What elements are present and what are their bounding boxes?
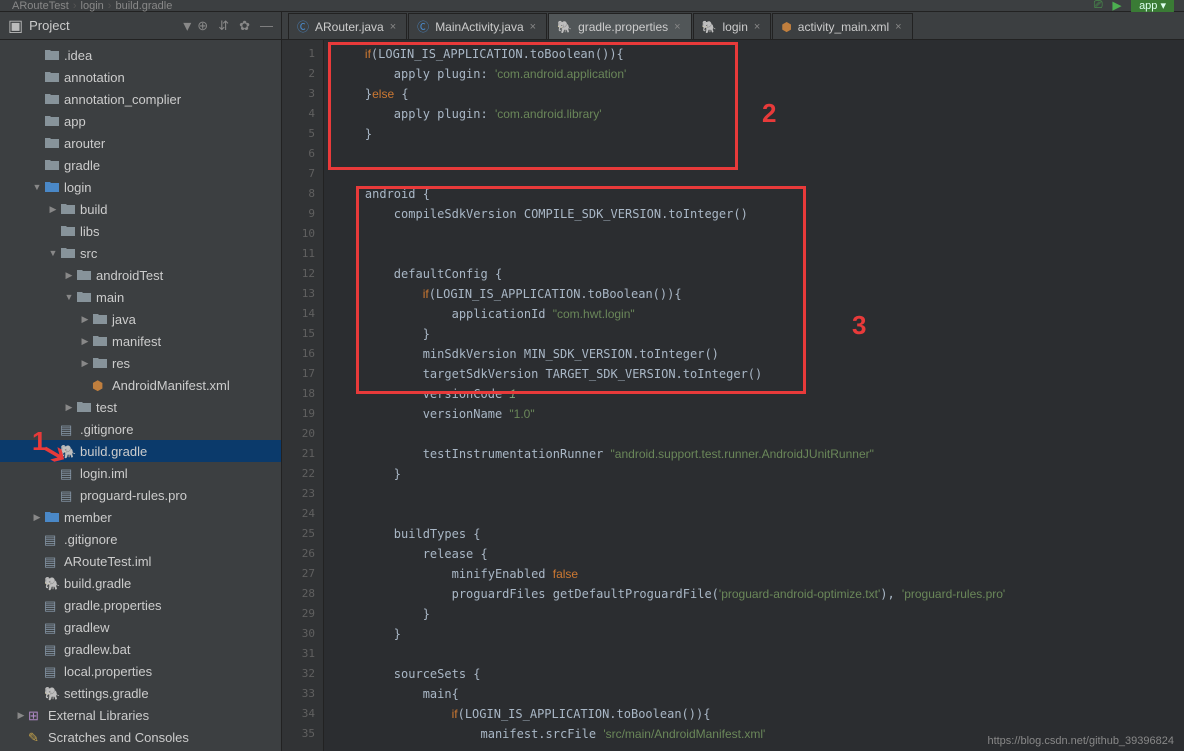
close-icon[interactable]: × [530,21,536,33]
editor-tab[interactable]: 🐘login× [693,13,772,39]
tree-item[interactable]: ▶androidTest [0,264,281,286]
editor-tab[interactable]: ⒸARouter.java× [288,13,407,39]
hide-icon[interactable]: — [260,18,273,34]
project-panel-header: ▣ Project ▾ ⊕ ⇵ ✿ — [0,12,281,40]
tree-item[interactable]: annotation [0,66,281,88]
tree-item[interactable]: ▶manifest [0,330,281,352]
tree-item[interactable]: ▶java [0,308,281,330]
tree-item[interactable]: ✎Scratches and Consoles [0,726,281,748]
tree-item[interactable]: gradle [0,154,281,176]
tree-item[interactable]: ▼login [0,176,281,198]
close-icon[interactable]: × [674,21,680,33]
tree-item[interactable]: ▶res [0,352,281,374]
tree-item[interactable]: ▶⊞External Libraries [0,704,281,726]
tree-item[interactable]: .idea [0,44,281,66]
tree-item[interactable]: ▤gradlew.bat [0,638,281,660]
tree-item[interactable]: ▶test [0,396,281,418]
tree-item[interactable]: libs [0,220,281,242]
close-icon[interactable]: × [390,21,396,33]
tree-item[interactable]: ▼main [0,286,281,308]
close-icon[interactable]: × [754,21,760,33]
tree-item[interactable]: ▤.gitignore [0,528,281,550]
tree-item[interactable]: ▤proguard-rules.pro [0,484,281,506]
tree-item[interactable]: ⬢AndroidManifest.xml [0,374,281,396]
tree-item[interactable]: 🐘settings.gradle [0,682,281,704]
collapse-icon[interactable]: ⇵ [218,18,229,34]
cast-icon[interactable]: ⎚ [1094,0,1103,12]
project-tree[interactable]: .ideaannotationannotation_complierapparo… [0,40,281,751]
tree-item[interactable]: 🐘build.gradle [0,440,281,462]
tree-item[interactable]: ▤gradlew [0,616,281,638]
tree-item[interactable]: annotation_complier [0,88,281,110]
editor-tabs[interactable]: ⒸARouter.java×ⒸMainActivity.java×🐘gradle… [282,12,1184,40]
close-icon[interactable]: × [895,21,901,33]
locate-icon[interactable]: ⊕ [197,18,208,34]
tree-item[interactable]: ▤.gitignore [0,418,281,440]
editor-tab[interactable]: 🐘gradle.properties× [548,13,691,39]
tree-item[interactable]: ▼src [0,242,281,264]
tree-item[interactable]: ▶member [0,506,281,528]
breadcrumb: ARouteTest› login› build.gradle [0,0,1184,12]
tree-item[interactable]: app [0,110,281,132]
code-area[interactable]: if(LOGIN_IS_APPLICATION.toBoolean()){ ap… [324,40,1184,751]
line-gutter: 1234567891011121314151617181920212223242… [282,40,324,751]
editor-tab[interactable]: ⬢activity_main.xml× [772,13,912,39]
gear-icon[interactable]: ✿ [239,18,250,34]
project-icon: ▣ [8,16,23,36]
tree-item[interactable]: ▶build [0,198,281,220]
tree-item[interactable]: 🐘build.gradle [0,572,281,594]
tree-item[interactable]: arouter [0,132,281,154]
tree-item[interactable]: ▤ARouteTest.iml [0,550,281,572]
editor-tab[interactable]: ⒸMainActivity.java× [408,13,547,39]
tree-item[interactable]: ▤gradle.properties [0,594,281,616]
tree-item[interactable]: ▤login.iml [0,462,281,484]
project-title: Project [29,18,177,33]
watermark: https://blog.csdn.net/github_39396824 [987,735,1174,747]
run-icon[interactable]: ▶ [1113,0,1121,12]
tree-item[interactable]: ▤local.properties [0,660,281,682]
